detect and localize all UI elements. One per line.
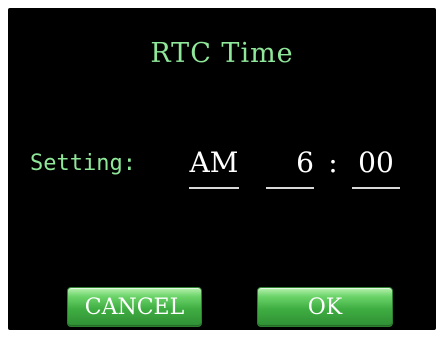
minute-underline xyxy=(352,187,400,189)
ampm-underline xyxy=(189,187,239,189)
hour-field[interactable]: 6 xyxy=(266,146,314,189)
minute-field[interactable]: 00 xyxy=(352,146,400,189)
hour-underline xyxy=(266,187,314,189)
hour-value: 6 xyxy=(296,146,314,179)
page-title: RTC Time xyxy=(150,38,294,69)
cancel-button[interactable]: CANCEL xyxy=(67,287,202,327)
ok-button[interactable]: OK xyxy=(257,287,393,327)
minute-value: 00 xyxy=(358,146,394,179)
rtc-time-screen: RTC Time Setting: AM 6 : 00 CANCEL OK xyxy=(8,8,436,330)
ampm-value: AM xyxy=(189,146,239,179)
time-separator: : xyxy=(328,146,338,179)
setting-label: Setting: xyxy=(30,151,136,176)
ampm-field[interactable]: AM xyxy=(189,146,239,189)
